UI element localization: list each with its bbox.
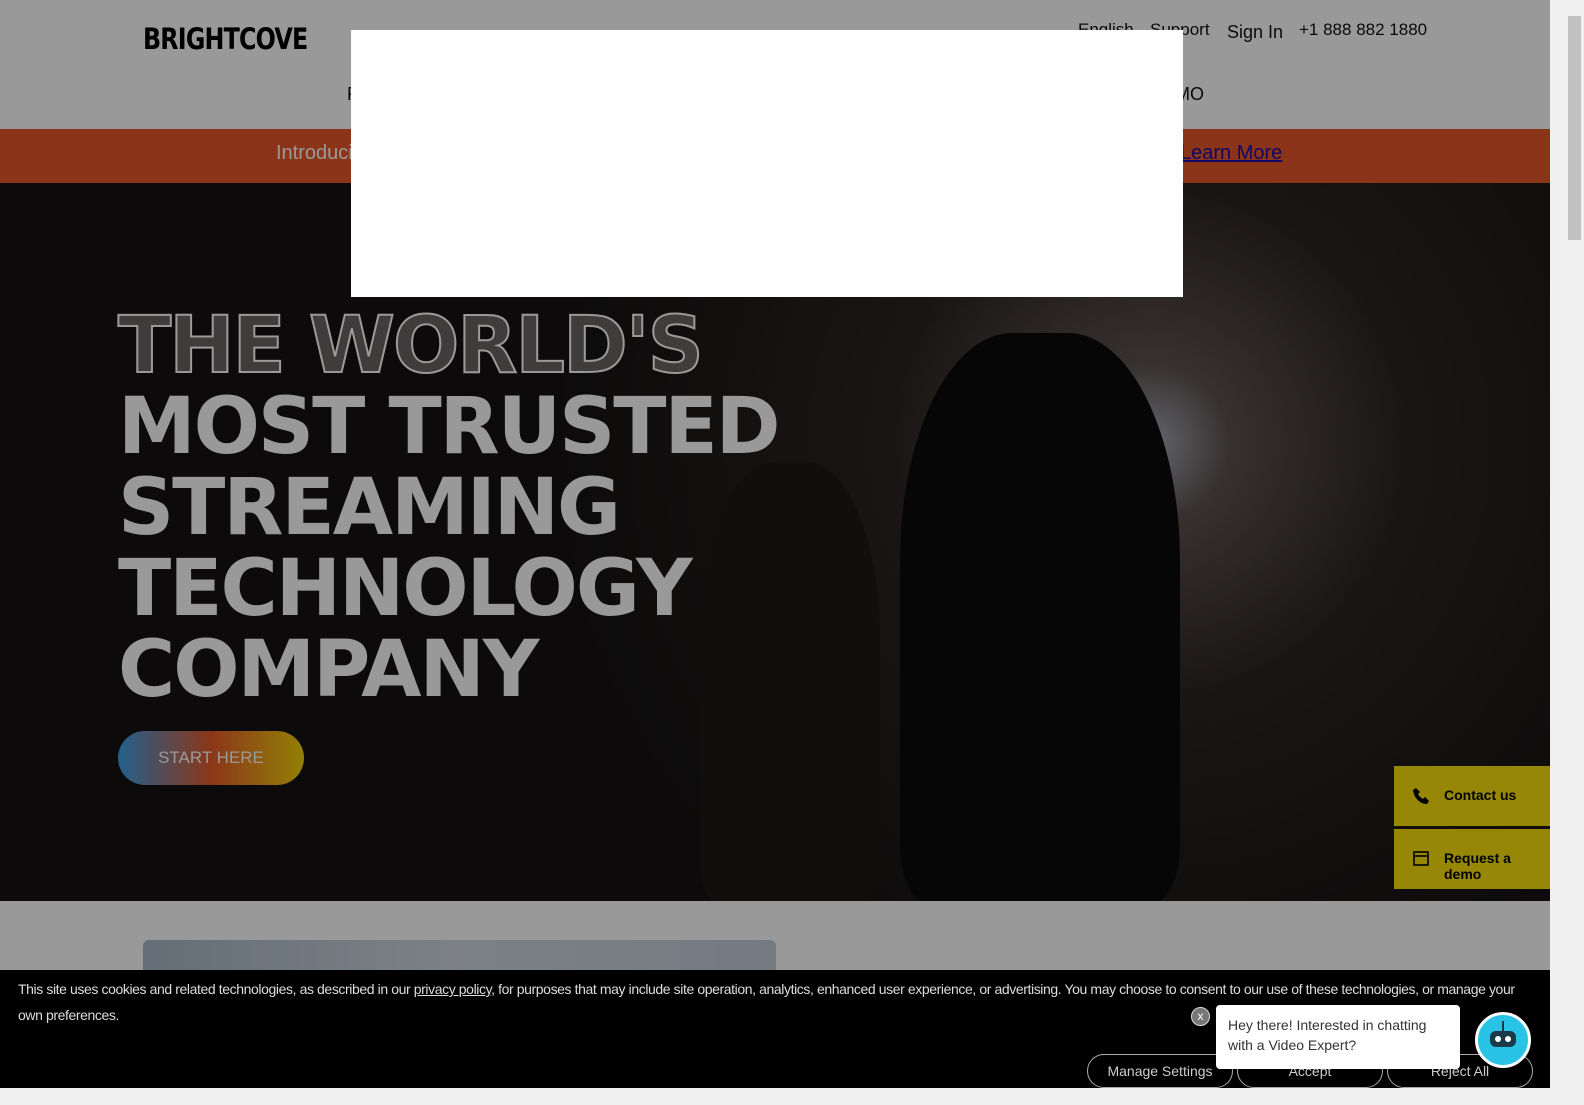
chat-bot-icon[interactable]	[1475, 1012, 1531, 1068]
page: BRIGHTCOVE English Support Sign In +1 88…	[0, 0, 1550, 1088]
horizontal-scrollbar[interactable]	[0, 1088, 1550, 1105]
scrollbar-thumb[interactable]	[1568, 16, 1581, 240]
vertical-scrollbar[interactable]	[1550, 0, 1584, 1088]
privacy-policy-link[interactable]: privacy policy	[414, 981, 492, 997]
chat-message[interactable]: Hey there! Interested in chatting with a…	[1216, 1005, 1460, 1069]
modal-dialog	[351, 30, 1183, 297]
chat-close-button[interactable]: x	[1191, 1007, 1210, 1026]
manage-settings-button[interactable]: Manage Settings	[1087, 1054, 1233, 1088]
